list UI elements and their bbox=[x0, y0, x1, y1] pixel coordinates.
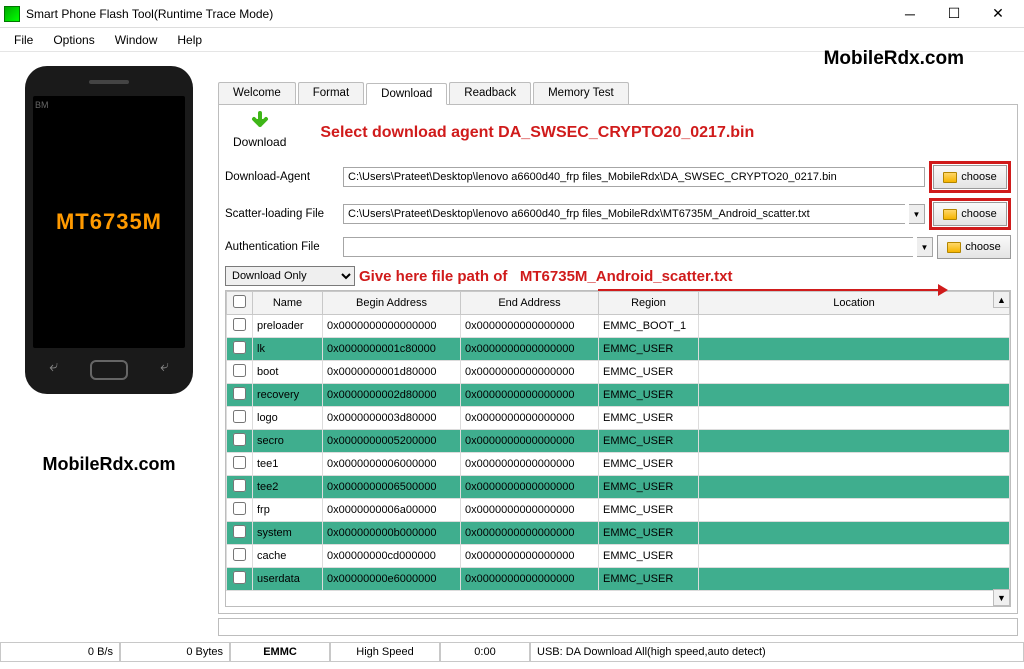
table-row[interactable]: tee20x00000000065000000x0000000000000000… bbox=[227, 476, 1010, 499]
tab-format[interactable]: Format bbox=[298, 82, 364, 104]
tabstrip: Welcome Format Download Readback Memory … bbox=[218, 82, 1018, 104]
scatter-path-input[interactable] bbox=[343, 204, 905, 224]
app-icon bbox=[4, 6, 20, 22]
maximize-button[interactable]: ☐ bbox=[932, 0, 976, 28]
table-row[interactable]: tee10x00000000060000000x0000000000000000… bbox=[227, 453, 1010, 476]
progress-bar bbox=[218, 618, 1018, 636]
table-row[interactable]: logo0x0000000003d800000x0000000000000000… bbox=[227, 407, 1010, 430]
row-checkbox[interactable] bbox=[233, 387, 246, 400]
table-row[interactable]: recovery0x0000000002d800000x000000000000… bbox=[227, 384, 1010, 407]
da-label: Download-Agent bbox=[225, 171, 339, 183]
status-mode: High Speed bbox=[330, 642, 440, 662]
folder-icon bbox=[943, 209, 957, 220]
table-row[interactable]: userdata0x00000000e60000000x000000000000… bbox=[227, 568, 1010, 591]
scatter-choose-button[interactable]: choose bbox=[933, 202, 1007, 226]
auth-choose-button[interactable]: choose bbox=[937, 235, 1011, 259]
menu-icon: ⤶ bbox=[160, 358, 169, 376]
status-time: 0:00 bbox=[440, 642, 530, 662]
annotation-scatter: Give here file path of MT6735M_Android_s… bbox=[359, 268, 732, 285]
row-checkbox[interactable] bbox=[233, 571, 246, 584]
status-bytes: 0 Bytes bbox=[120, 642, 230, 662]
menu-help[interactable]: Help bbox=[167, 30, 212, 50]
home-button-icon bbox=[90, 360, 128, 380]
menu-options[interactable]: Options bbox=[43, 30, 104, 50]
table-row[interactable]: cache0x00000000cd0000000x000000000000000… bbox=[227, 545, 1010, 568]
status-usb: USB: DA Download All(high speed,auto det… bbox=[530, 642, 1024, 662]
table-row[interactable]: preloader0x00000000000000000x00000000000… bbox=[227, 315, 1010, 338]
tab-memory-test[interactable]: Memory Test bbox=[533, 82, 629, 104]
row-checkbox[interactable] bbox=[233, 456, 246, 469]
col-header: Begin Address bbox=[323, 292, 461, 315]
tab-welcome[interactable]: Welcome bbox=[218, 82, 296, 104]
phone-mockup: BM MT6735M ⤷ ⤶ bbox=[25, 66, 193, 394]
bm-label: BM bbox=[35, 100, 49, 110]
menu-file[interactable]: File bbox=[4, 30, 43, 50]
col-header bbox=[227, 292, 253, 315]
folder-icon bbox=[943, 172, 957, 183]
watermark-left: MobileRdx.com bbox=[42, 454, 175, 475]
table-row[interactable]: lk0x0000000001c800000x0000000000000000EM… bbox=[227, 338, 1010, 361]
da-path-input[interactable] bbox=[343, 167, 925, 187]
status-storage: EMMC bbox=[230, 642, 330, 662]
window-title: Smart Phone Flash Tool(Runtime Trace Mod… bbox=[26, 7, 888, 21]
annotation-da: Select download agent DA_SWSEC_CRYPTO20_… bbox=[320, 124, 754, 142]
row-checkbox[interactable] bbox=[233, 433, 246, 446]
col-header: Name bbox=[253, 292, 323, 315]
statusbar: 0 B/s 0 Bytes EMMC High Speed 0:00 USB: … bbox=[0, 642, 1024, 662]
auth-dropdown-arrow[interactable]: ▼ bbox=[917, 237, 933, 257]
table-row[interactable]: frp0x0000000006a000000x0000000000000000E… bbox=[227, 499, 1010, 522]
row-checkbox[interactable] bbox=[233, 548, 246, 561]
table-row[interactable]: secro0x00000000052000000x000000000000000… bbox=[227, 430, 1010, 453]
download-mode-select[interactable]: Download Only bbox=[225, 266, 355, 286]
scroll-down-button[interactable]: ▼ bbox=[993, 589, 1010, 606]
row-checkbox[interactable] bbox=[233, 502, 246, 515]
minimize-button[interactable]: ─ bbox=[888, 0, 932, 28]
menu-window[interactable]: Window bbox=[105, 30, 168, 50]
select-all-checkbox[interactable] bbox=[233, 295, 246, 308]
col-header: Region bbox=[599, 292, 699, 315]
device-preview-pane: BM MT6735M ⤷ ⤶ MobileRdx.com bbox=[0, 52, 218, 642]
back-icon: ⤷ bbox=[49, 358, 58, 376]
status-speed: 0 B/s bbox=[0, 642, 120, 662]
folder-icon bbox=[947, 242, 961, 253]
col-header: Location bbox=[699, 292, 1010, 315]
tab-readback[interactable]: Readback bbox=[449, 82, 531, 104]
partition-grid: NameBegin AddressEnd AddressRegionLocati… bbox=[225, 290, 1011, 607]
row-checkbox[interactable] bbox=[233, 410, 246, 423]
auth-label: Authentication File bbox=[225, 241, 339, 253]
table-row[interactable]: system0x000000000b0000000x00000000000000… bbox=[227, 522, 1010, 545]
tab-download[interactable]: Download bbox=[366, 83, 447, 105]
download-button[interactable]: Download bbox=[233, 111, 286, 149]
download-arrow-icon bbox=[248, 111, 272, 135]
row-checkbox[interactable] bbox=[233, 318, 246, 331]
scatter-dropdown-arrow[interactable]: ▼ bbox=[909, 204, 925, 224]
scatter-label: Scatter-loading File bbox=[225, 208, 339, 220]
da-choose-button[interactable]: choose bbox=[933, 165, 1007, 189]
table-row[interactable]: boot0x0000000001d800000x0000000000000000… bbox=[227, 361, 1010, 384]
row-checkbox[interactable] bbox=[233, 341, 246, 354]
watermark-top: MobileRdx.com bbox=[824, 48, 964, 70]
titlebar: Smart Phone Flash Tool(Runtime Trace Mod… bbox=[0, 0, 1024, 28]
scroll-up-button[interactable]: ▲ bbox=[993, 291, 1010, 308]
close-button[interactable]: ✕ bbox=[976, 0, 1020, 28]
download-panel: Download Select download agent DA_SWSEC_… bbox=[218, 104, 1018, 614]
row-checkbox[interactable] bbox=[233, 364, 246, 377]
auth-path-input[interactable] bbox=[343, 237, 913, 257]
row-checkbox[interactable] bbox=[233, 525, 246, 538]
col-header: End Address bbox=[461, 292, 599, 315]
row-checkbox[interactable] bbox=[233, 479, 246, 492]
chip-label: MT6735M bbox=[56, 209, 162, 235]
